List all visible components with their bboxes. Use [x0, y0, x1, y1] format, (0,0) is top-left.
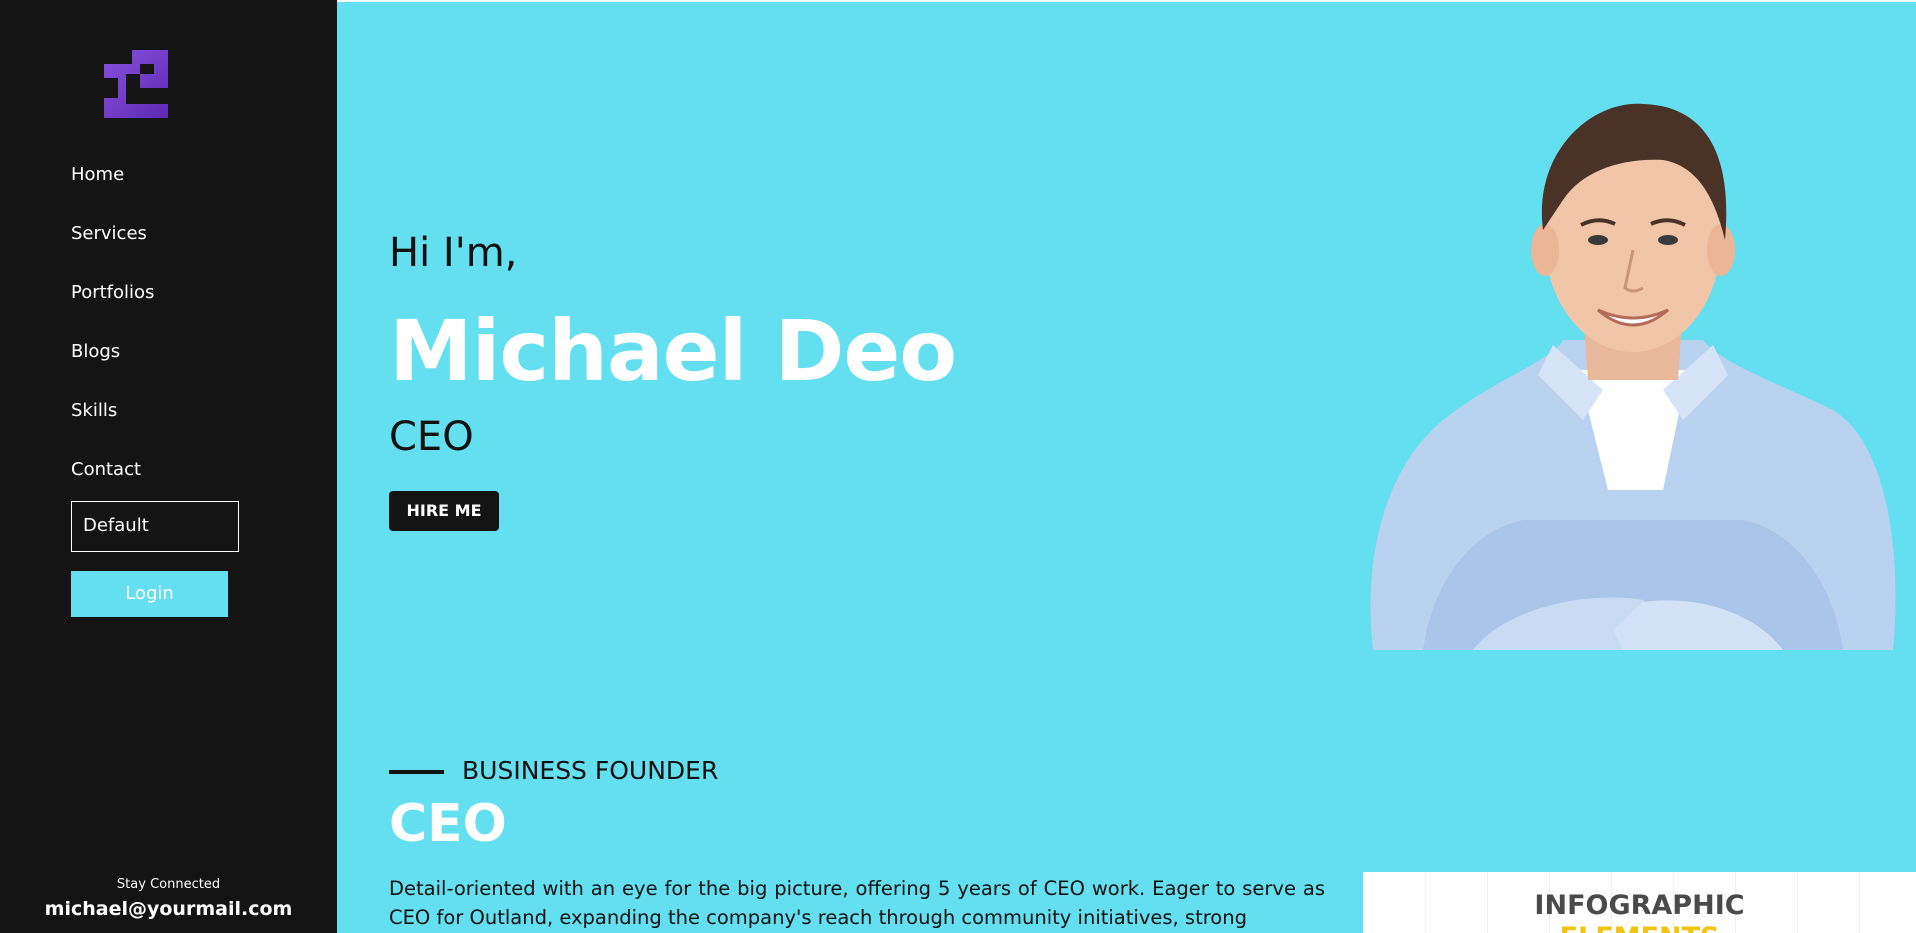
hero-name: Michael Deo	[389, 302, 957, 400]
nav-item-services[interactable]: Services	[71, 219, 154, 278]
about-bio: Detail-oriented with an eye for the big …	[389, 877, 1325, 929]
about-heading: CEO	[389, 794, 507, 854]
infographic-card[interactable]: INFOGRAPHIC ELEMENTS	[1363, 872, 1916, 933]
contact-email-link[interactable]: michael@yourmail.com	[0, 898, 337, 920]
nav-item-home[interactable]: Home	[71, 160, 154, 219]
sidebar: Home Services Portfolios Blogs Skills Co…	[0, 0, 337, 933]
nav-item-portfolios[interactable]: Portfolios	[71, 278, 154, 337]
theme-select[interactable]: Default	[71, 501, 239, 552]
kicker-divider	[389, 770, 444, 774]
profile-portrait-image	[1370, 103, 1896, 650]
login-button[interactable]: Login	[71, 571, 228, 617]
hero-role: CEO	[389, 414, 474, 460]
brand-logo-icon[interactable]	[104, 50, 168, 118]
infographic-title: INFOGRAPHIC	[1534, 890, 1745, 921]
main-nav: Home Services Portfolios Blogs Skills Co…	[71, 160, 154, 514]
nav-item-skills[interactable]: Skills	[71, 396, 154, 455]
stay-connected-label: Stay Connected	[116, 877, 221, 892]
main-content: Hi I'm, Michael Deo CEO HIRE ME BUSINESS…	[337, 2, 1916, 933]
hero-greeting: Hi I'm,	[389, 230, 518, 276]
about-kicker: BUSINESS FOUNDER	[462, 756, 719, 785]
nav-item-blogs[interactable]: Blogs	[71, 337, 154, 396]
hire-me-button[interactable]: HIRE ME	[389, 491, 499, 531]
infographic-subtitle: ELEMENTS	[1363, 922, 1916, 933]
